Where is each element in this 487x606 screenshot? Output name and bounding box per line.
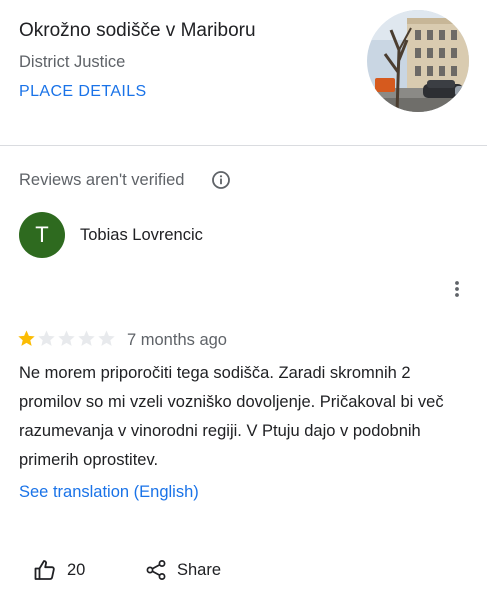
star-empty-icon [38,330,55,346]
place-category: District Justice [19,53,126,71]
thumbs-up-icon [34,560,55,580]
place-photo[interactable] [367,10,469,112]
more-vert-icon [455,281,459,297]
reviewer-name[interactable]: Tobias Lovrencic [80,226,203,245]
star-empty-icon [58,330,75,346]
review-time: 7 months ago [127,331,227,349]
star-empty-icon [78,330,95,346]
avatar[interactable]: T [19,212,65,258]
like-button[interactable]: 20 [33,557,85,583]
share-button[interactable]: Share [145,557,221,583]
star-empty-icon [98,330,115,346]
section-divider [0,145,487,146]
see-translation-link[interactable]: See translation (English) [19,483,199,502]
more-options-button[interactable] [446,278,468,300]
court-building-photo-icon [367,10,469,112]
unverified-notice: Reviews aren't verified [19,171,185,189]
share-label: Share [177,560,222,579]
star-filled-icon [18,330,35,346]
share-icon [146,560,166,580]
review-text: Ne morem priporočiti tega sodišča. Zarad… [19,364,444,469]
like-count: 20 [67,560,86,579]
avatar-initial: T [35,222,49,247]
place-title: Okrožno sodišče v Mariboru [19,20,256,41]
info-icon[interactable] [211,170,231,190]
star-rating [17,329,116,349]
place-details-link[interactable]: PLACE DETAILS [19,83,147,101]
place-header: Okrožno sodišče v Mariboru District Just… [0,0,487,145]
